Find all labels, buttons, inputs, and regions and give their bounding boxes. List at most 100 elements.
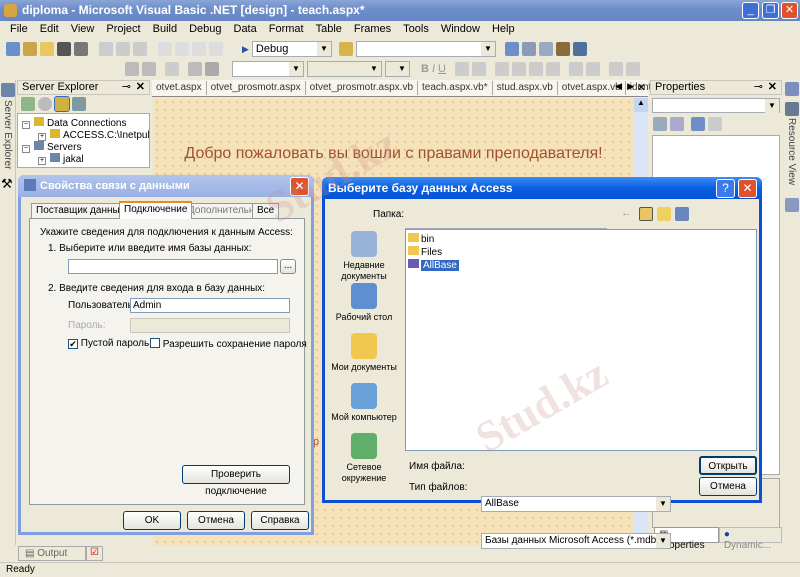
place-item[interactable]: Сетевое окружение bbox=[328, 431, 400, 483]
underline-icon[interactable]: U bbox=[438, 63, 446, 75]
menu-format[interactable]: Format bbox=[263, 21, 310, 38]
scroll-left-icon[interactable]: ◀ bbox=[615, 81, 622, 92]
categorized-icon[interactable] bbox=[653, 117, 667, 131]
document-tab[interactable]: otvet_prosmotr.aspx.vb bbox=[306, 81, 419, 95]
tree-node[interactable]: + jakal bbox=[22, 153, 149, 165]
pin-icon[interactable]: ⊸ bbox=[122, 81, 131, 94]
menu-project[interactable]: Project bbox=[100, 21, 146, 38]
user-input[interactable]: Admin bbox=[130, 298, 290, 313]
find-combo[interactable]: ▼ bbox=[355, 41, 496, 57]
toolbox-icon[interactable]: ⚒ bbox=[1, 176, 13, 192]
back-color-icon[interactable] bbox=[471, 62, 486, 76]
ok-button[interactable]: OK bbox=[123, 511, 181, 530]
align-right-icon[interactable] bbox=[528, 62, 543, 76]
open-icon[interactable] bbox=[40, 42, 54, 56]
close-icon[interactable]: ✕ bbox=[136, 81, 145, 94]
cancel-button[interactable]: Отмена bbox=[187, 511, 245, 530]
class-view-icon[interactable] bbox=[785, 82, 799, 96]
file-item[interactable]: bin bbox=[408, 233, 754, 246]
task-list-icon[interactable]: ☑ bbox=[86, 546, 103, 561]
menu-build[interactable]: Build bbox=[147, 21, 183, 38]
place-item[interactable]: Мои документы bbox=[328, 331, 400, 381]
undo-icon[interactable] bbox=[158, 42, 172, 56]
start-icon[interactable]: ▶ bbox=[242, 44, 249, 55]
welcome-heading[interactable]: Добро пожаловать вы вошли с правами преп… bbox=[153, 145, 634, 163]
view-menu-icon[interactable] bbox=[675, 207, 689, 221]
place-item[interactable]: Недавние документы bbox=[328, 229, 400, 281]
open-button[interactable]: Открыть bbox=[699, 456, 757, 475]
database-name-input[interactable] bbox=[68, 259, 278, 274]
menu-help[interactable]: Help bbox=[486, 21, 521, 38]
layout-icon[interactable] bbox=[125, 62, 139, 76]
blank-password-checkbox[interactable]: ✔ Пустой пароль bbox=[68, 338, 149, 349]
italic-icon[interactable]: I bbox=[432, 63, 435, 75]
stop-icon[interactable] bbox=[38, 97, 52, 111]
paste-icon[interactable] bbox=[133, 42, 147, 56]
back-icon[interactable]: ← bbox=[621, 207, 632, 219]
justify-icon[interactable] bbox=[545, 62, 560, 76]
menu-table[interactable]: Table bbox=[310, 21, 348, 38]
filetype-select[interactable]: Базы данных Microsoft Access (*.mdb) ▼ bbox=[481, 533, 671, 549]
lock-icon[interactable] bbox=[165, 62, 179, 76]
connect-database-icon[interactable] bbox=[54, 96, 70, 112]
document-tab[interactable]: teach.aspx.vb* bbox=[418, 81, 493, 95]
server-explorer-tab[interactable]: Server Explorer bbox=[2, 100, 13, 169]
document-tab[interactable]: stud.aspx.vb bbox=[493, 81, 558, 95]
solution-explorer-icon[interactable] bbox=[504, 42, 519, 56]
cut-icon[interactable] bbox=[99, 42, 113, 56]
menu-edit[interactable]: Edit bbox=[34, 21, 65, 38]
file-list[interactable]: bin Files AllBase bbox=[405, 229, 757, 451]
tab-provider[interactable]: Поставщик данных bbox=[31, 203, 130, 218]
align-left-icon[interactable] bbox=[494, 62, 509, 76]
snap-icon[interactable] bbox=[205, 62, 219, 76]
cancel-button[interactable]: Отмена bbox=[699, 477, 757, 496]
test-connection-button[interactable]: Проверить подключение bbox=[182, 465, 290, 497]
document-tab[interactable]: otvet.aspx bbox=[152, 81, 207, 95]
properties-view-icon[interactable] bbox=[691, 117, 705, 131]
property-pages-icon[interactable] bbox=[708, 117, 722, 131]
object-browser-icon[interactable] bbox=[538, 42, 553, 56]
menu-window[interactable]: Window bbox=[435, 21, 486, 38]
outdent-icon[interactable] bbox=[608, 62, 623, 76]
properties-window-icon[interactable] bbox=[521, 42, 536, 56]
scroll-up-icon[interactable]: ▲ bbox=[634, 98, 648, 112]
expand-icon[interactable]: + bbox=[38, 157, 46, 165]
tab-all[interactable]: Все bbox=[252, 203, 280, 218]
password-input[interactable] bbox=[130, 318, 290, 333]
server-explorer-icon[interactable] bbox=[1, 83, 15, 97]
solution-config-select[interactable]: Debug ▼ bbox=[251, 41, 332, 57]
menu-tools[interactable]: Tools bbox=[397, 21, 435, 38]
tab-connection[interactable]: Подключение bbox=[119, 201, 193, 219]
help-button[interactable]: ? bbox=[716, 179, 735, 198]
collapse-icon[interactable]: − bbox=[22, 145, 30, 153]
indent-icon[interactable] bbox=[625, 62, 640, 76]
allow-save-password-checkbox[interactable]: Разрешить сохранение пароля bbox=[150, 338, 307, 350]
pin-icon[interactable]: ⊸ bbox=[754, 81, 763, 94]
new-folder-icon[interactable] bbox=[657, 207, 671, 221]
file-item[interactable]: Files bbox=[408, 246, 754, 259]
menu-file[interactable]: File bbox=[4, 21, 34, 38]
up-folder-icon[interactable] bbox=[639, 207, 653, 221]
alphabetical-icon[interactable] bbox=[670, 117, 684, 131]
position-icon[interactable] bbox=[142, 62, 156, 76]
nav-back-icon[interactable] bbox=[192, 42, 206, 56]
refresh-icon[interactable] bbox=[21, 97, 35, 111]
bold-icon[interactable]: B bbox=[421, 63, 429, 75]
tree-node[interactable]: − Servers bbox=[22, 141, 149, 153]
tab-output[interactable]: ▤ Output bbox=[18, 546, 86, 561]
scroll-right-icon[interactable]: ▶ bbox=[627, 81, 634, 92]
close-button[interactable]: ✕ bbox=[738, 179, 757, 198]
close-button[interactable]: ✕ bbox=[781, 2, 798, 19]
align-center-icon[interactable] bbox=[511, 62, 526, 76]
save-icon[interactable] bbox=[57, 42, 71, 56]
block-format-select[interactable]: ▼ bbox=[232, 61, 304, 77]
place-item[interactable]: Рабочий стол bbox=[328, 281, 400, 331]
resource-view-tab[interactable]: Resource View bbox=[786, 118, 797, 185]
restore-button[interactable]: ❐ bbox=[762, 2, 779, 19]
font-name-select[interactable]: ▼ bbox=[307, 61, 382, 77]
fore-color-icon[interactable] bbox=[454, 62, 469, 76]
tree-node[interactable]: + ACCESS.C:\Inetpub\w bbox=[22, 129, 149, 141]
save-all-icon[interactable] bbox=[74, 42, 88, 56]
solution-view-icon[interactable] bbox=[785, 198, 799, 212]
document-tab[interactable]: otvet_prosmotr.aspx bbox=[207, 81, 306, 95]
